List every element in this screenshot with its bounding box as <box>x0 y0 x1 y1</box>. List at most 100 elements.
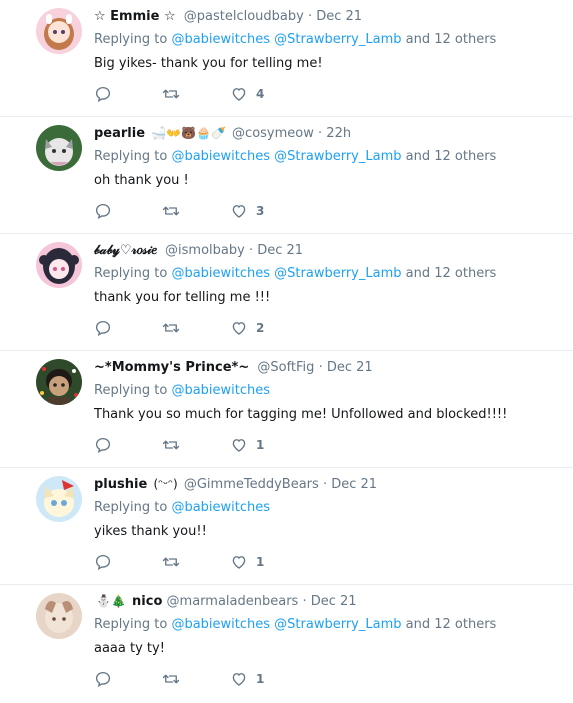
tweet[interactable]: pearlie 🛁👐🐻🧁🍼 @cosymeow · 22h Replying t… <box>0 117 573 234</box>
like-button[interactable]: 1 <box>230 670 264 688</box>
like-button[interactable]: 1 <box>230 436 264 454</box>
tweet-text: aaaa ty ty! <box>94 641 165 656</box>
timestamp[interactable]: Dec 21 <box>327 360 373 375</box>
display-name[interactable]: plushie <box>94 477 147 492</box>
tweet[interactable]: ⛄🎄 nico @marmaladenbears · Dec 21 Replyi… <box>0 585 573 702</box>
separator-dot: · <box>318 126 323 141</box>
tweet-text: yikes thank you!! <box>94 524 207 539</box>
retweet-button[interactable] <box>162 670 180 688</box>
tweet-actions: 4 <box>94 84 314 104</box>
name-emojis: ⛄🎄 <box>96 594 126 608</box>
heart-icon <box>232 205 246 218</box>
retweet-button[interactable] <box>162 553 180 571</box>
avatar-image <box>36 476 82 522</box>
display-name[interactable]: nico <box>132 594 162 609</box>
avatar[interactable] <box>36 476 82 522</box>
reply-button[interactable] <box>94 202 112 220</box>
avatar-image <box>36 125 82 171</box>
separator-dot: · <box>318 360 323 375</box>
mention-link[interactable]: @Strawberry_Lamb <box>274 149 401 164</box>
tweet-text: Big yikes- thank you for telling me! <box>94 56 323 71</box>
reply-button[interactable] <box>94 553 112 571</box>
tweet[interactable]: ~*Mommy's Prince*~ @SoftFig · Dec 21 Rep… <box>0 351 573 468</box>
retweet-icon <box>162 323 180 333</box>
avatar[interactable] <box>36 359 82 405</box>
mention-link[interactable]: @Strawberry_Lamb <box>274 617 401 632</box>
tweet-header: ⛄🎄 nico @marmaladenbears · Dec 21 <box>94 589 565 613</box>
retweet-button[interactable] <box>162 319 180 337</box>
retweet-button[interactable] <box>162 436 180 454</box>
tweet-header: 𝒷𝒶𝒷𝓎♡𝓇𝑜𝓈𝒾𝑒 @ismolbaby · Dec 21 <box>94 238 565 262</box>
like-count: 1 <box>256 438 265 452</box>
like-count: 1 <box>256 555 265 569</box>
user-handle[interactable]: @marmaladenbears <box>167 594 299 609</box>
reply-icon <box>95 203 111 220</box>
user-handle[interactable]: @ismolbaby <box>165 243 245 258</box>
timestamp[interactable]: Dec 21 <box>257 243 303 258</box>
reply-button[interactable] <box>94 670 112 688</box>
display-name[interactable]: pearlie <box>94 126 145 141</box>
tweet[interactable]: ☆ Emmie ☆ @pastelcloudbaby · Dec 21 Repl… <box>0 0 573 117</box>
avatar[interactable] <box>36 8 82 54</box>
reply-button[interactable] <box>94 436 112 454</box>
name-emojis: 🛁👐🐻🧁🍼 <box>151 126 226 140</box>
others-label[interactable]: and 12 others <box>406 32 497 47</box>
separator-dot: · <box>302 594 307 609</box>
mention-link[interactable]: @babiewitches <box>171 32 270 47</box>
mention-link[interactable]: @Strawberry_Lamb <box>274 32 401 47</box>
avatar[interactable] <box>36 125 82 171</box>
reply-icon <box>95 320 111 337</box>
reply-icon <box>95 437 111 454</box>
timestamp[interactable]: Dec 21 <box>316 9 362 24</box>
avatar[interactable] <box>36 593 82 639</box>
like-button[interactable]: 1 <box>230 553 264 571</box>
mention-link[interactable]: @babiewitches <box>171 500 270 515</box>
user-handle[interactable]: @cosymeow <box>232 126 314 141</box>
tweet-header: plushie (ᵔᵕᵔ) @GimmeTeddyBears · Dec 21 <box>94 472 565 496</box>
user-handle[interactable]: @SoftFig <box>257 360 314 375</box>
heart-icon <box>232 88 246 101</box>
reply-icon <box>95 554 111 571</box>
mention-link[interactable]: @babiewitches <box>171 383 270 398</box>
tweet[interactable]: plushie (ᵔᵕᵔ) @GimmeTeddyBears · Dec 21 … <box>0 468 573 585</box>
avatar-image <box>36 359 82 405</box>
retweet-button[interactable] <box>162 202 180 220</box>
tweet-actions: 1 <box>94 552 314 572</box>
name-emojis: (ᵔᵕᵔ) <box>153 477 178 491</box>
mention-link[interactable]: @babiewitches <box>171 149 270 164</box>
timestamp[interactable]: Dec 21 <box>331 477 377 492</box>
retweet-icon <box>162 440 180 450</box>
tweet-content: ☆ Emmie ☆ @pastelcloudbaby · Dec 21 Repl… <box>94 4 565 76</box>
separator-dot: · <box>307 9 313 24</box>
display-name[interactable]: ☆ Emmie ☆ <box>94 9 176 24</box>
mention-link[interactable]: @Strawberry_Lamb <box>274 266 401 281</box>
timestamp[interactable]: Dec 21 <box>311 594 357 609</box>
others-label[interactable]: and 12 others <box>406 149 497 164</box>
tweet-text: Thank you so much for tagging me! Unfoll… <box>94 407 508 422</box>
avatar[interactable] <box>36 242 82 288</box>
reply-button[interactable] <box>94 85 112 103</box>
retweet-icon <box>162 206 180 216</box>
tweet-content: ⛄🎄 nico @marmaladenbears · Dec 21 Replyi… <box>94 589 565 661</box>
replying-to: Replying to @babiewitches @Strawberry_La… <box>94 28 565 52</box>
others-label[interactable]: and 12 others <box>406 617 497 632</box>
user-handle[interactable]: @GimmeTeddyBears <box>184 477 319 492</box>
user-handle[interactable]: @pastelcloudbaby <box>184 9 304 24</box>
timestamp[interactable]: 22h <box>326 126 351 141</box>
retweet-button[interactable] <box>162 85 180 103</box>
mention-link[interactable]: @babiewitches <box>171 617 270 632</box>
replying-to: Replying to @babiewitches <box>94 496 565 520</box>
tweet[interactable]: 𝒷𝒶𝒷𝓎♡𝓇𝑜𝓈𝒾𝑒 @ismolbaby · Dec 21 Replying … <box>0 234 573 351</box>
like-button[interactable]: 4 <box>230 85 264 103</box>
like-button[interactable]: 3 <box>230 202 264 220</box>
others-label[interactable]: and 12 others <box>406 266 497 281</box>
display-name[interactable]: 𝒷𝒶𝒷𝓎♡𝓇𝑜𝓈𝒾𝑒 <box>94 243 157 258</box>
tweet-actions: 1 <box>94 669 314 689</box>
mention-link[interactable]: @babiewitches <box>171 266 270 281</box>
tweet-header: pearlie 🛁👐🐻🧁🍼 @cosymeow · 22h <box>94 121 565 145</box>
like-button[interactable]: 2 <box>230 319 264 337</box>
replying-to-label: Replying to <box>94 149 168 164</box>
reply-button[interactable] <box>94 319 112 337</box>
display-name[interactable]: ~*Mommy's Prince*~ <box>94 360 249 375</box>
like-count: 2 <box>256 321 265 335</box>
